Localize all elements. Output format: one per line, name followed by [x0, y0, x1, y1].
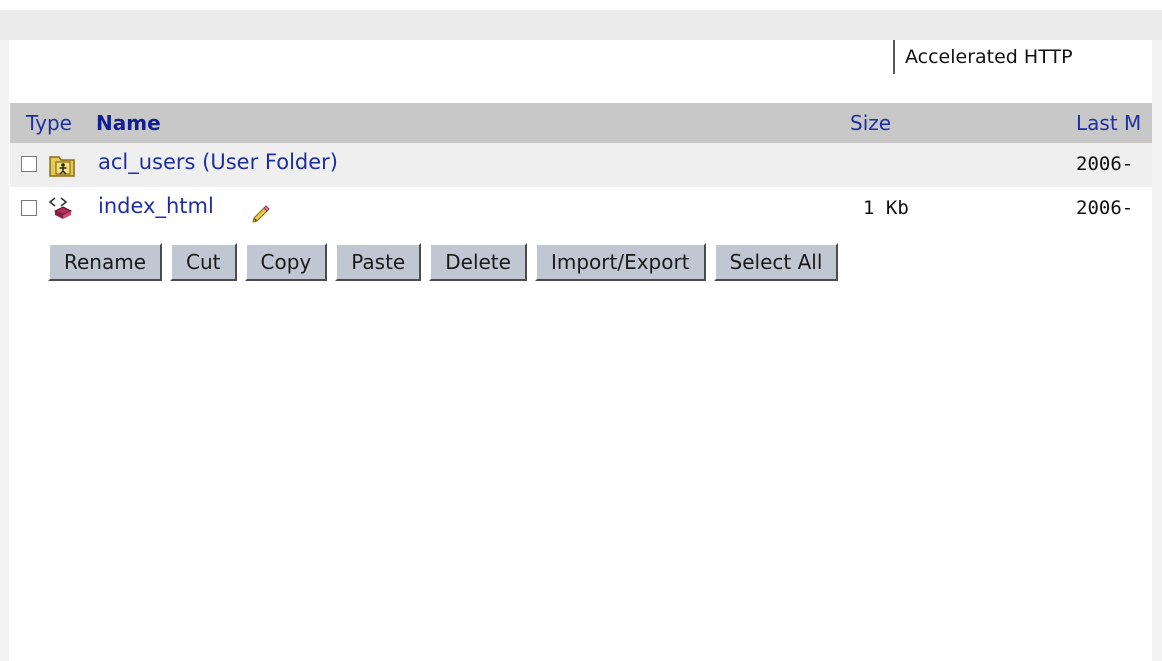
item-link-index-html[interactable]: index_html — [98, 194, 214, 218]
paste-button[interactable]: Paste — [335, 243, 422, 281]
row-checkbox[interactable] — [21, 156, 37, 172]
table-header: Type Name Size Last M — [10, 103, 1152, 143]
header-name[interactable]: Name — [96, 111, 161, 135]
right-frame — [1152, 40, 1162, 661]
table-row: acl_users (User Folder) 2006- — [10, 143, 1152, 187]
left-frame — [0, 40, 9, 661]
select-all-button[interactable]: Select All — [713, 243, 839, 281]
top-frame — [0, 0, 1162, 40]
item-last-modified: 2006- — [1076, 197, 1134, 219]
cut-button[interactable]: Cut — [170, 243, 237, 281]
action-toolbar: Rename Cut Copy Paste Delete Import/Expo… — [48, 243, 839, 281]
copy-button[interactable]: Copy — [244, 243, 328, 281]
item-link-acl-users[interactable]: acl_users (User Folder) — [98, 150, 338, 174]
item-last-modified: 2006- — [1076, 153, 1134, 175]
import-export-button[interactable]: Import/Export — [534, 243, 706, 281]
user-folder-icon[interactable] — [47, 151, 77, 179]
header-last-modified[interactable]: Last M — [1076, 111, 1152, 135]
add-type-select[interactable]: Accelerated HTTP — [893, 40, 1152, 74]
header-type[interactable]: Type — [26, 111, 72, 135]
item-size: 1 Kb — [863, 197, 909, 219]
top-frame-strip — [0, 0, 1162, 10]
table-row: index_html 1 Kb 2006- — [10, 187, 1152, 231]
pencil-icon — [252, 205, 270, 223]
dtml-document-icon[interactable] — [47, 195, 77, 223]
delete-button[interactable]: Delete — [429, 243, 527, 281]
rename-button[interactable]: Rename — [48, 243, 163, 281]
header-size[interactable]: Size — [850, 111, 891, 135]
row-checkbox[interactable] — [21, 200, 37, 216]
